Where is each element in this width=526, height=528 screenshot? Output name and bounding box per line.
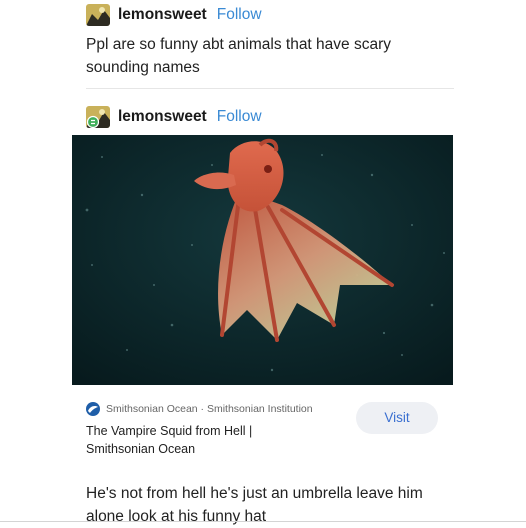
- link-source: Smithsonian Ocean · Smithsonian Institut…: [86, 402, 313, 416]
- post-text-line: Ppl are so funny abt animals that have s…: [86, 36, 391, 53]
- link-card[interactable]: Smithsonian Ocean · Smithsonian Institut…: [72, 388, 453, 466]
- username[interactable]: lemonsweet: [118, 108, 207, 126]
- avatar[interactable]: [86, 106, 110, 128]
- visit-button[interactable]: Visit: [356, 402, 438, 434]
- post-text-line: He's not from hell he's just an umbrella…: [86, 485, 423, 502]
- post-header-2: lemonsweet Follow: [86, 106, 262, 128]
- post-image[interactable]: [72, 135, 453, 385]
- smithsonian-logo-icon: [86, 402, 100, 416]
- link-title-line: Smithsonian Ocean: [86, 442, 196, 456]
- divider: [86, 88, 454, 89]
- post-text-1: Ppl are so funny abt animals that have s…: [86, 33, 391, 79]
- avatar[interactable]: [86, 4, 110, 26]
- username[interactable]: lemonsweet: [118, 6, 207, 24]
- post-header-1: lemonsweet Follow: [86, 4, 262, 26]
- link-source-text: Smithsonian Ocean · Smithsonian Institut…: [106, 403, 313, 415]
- post-text-line: sounding names: [86, 59, 200, 76]
- vampire-squid-image: [72, 135, 453, 385]
- link-title-line: The Vampire Squid from Hell |: [86, 424, 253, 438]
- reblog-icon: [86, 115, 100, 128]
- follow-button[interactable]: Follow: [217, 108, 262, 126]
- divider: [0, 521, 526, 522]
- link-title[interactable]: The Vampire Squid from Hell | Smithsonia…: [86, 422, 326, 458]
- follow-button[interactable]: Follow: [217, 6, 262, 24]
